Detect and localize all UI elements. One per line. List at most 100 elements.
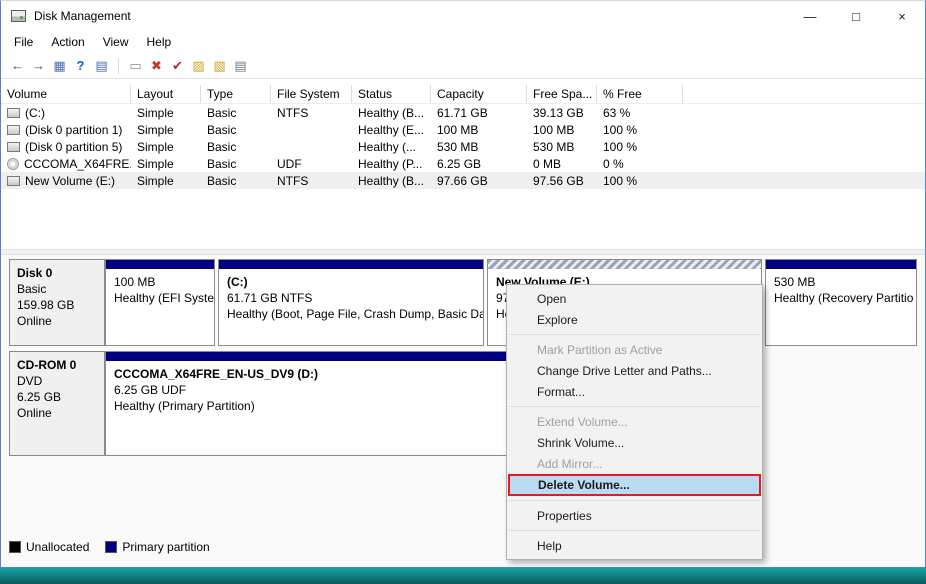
menu-help[interactable]: Help xyxy=(138,33,181,51)
context-item-help[interactable]: Help xyxy=(507,535,762,556)
volume-cell: (C:) xyxy=(1,106,131,120)
row-disk0-partition1[interactable]: (Disk 0 partition 1) Simple Basic Health… xyxy=(1,121,925,138)
partition-info: (C:) 61.71 GB NTFS Healthy (Boot, Page F… xyxy=(219,269,483,322)
toolbar: ← → ▦ ? ▤ ▭ ✖ ✔ ▨ ▧ ▤ xyxy=(1,53,925,79)
volume-name: (Disk 0 partition 1) xyxy=(25,123,122,137)
legend-unallocated: Unallocated xyxy=(9,540,89,554)
partition-c[interactable]: (C:) 61.71 GB NTFS Healthy (Boot, Page F… xyxy=(218,259,484,346)
list-icon[interactable]: ▤ xyxy=(230,56,251,76)
check-doc-icon[interactable]: ✔ xyxy=(167,56,188,76)
volume-table-body: (C:) Simple Basic NTFS Healthy (B... 61.… xyxy=(1,104,925,189)
back-icon[interactable]: ← xyxy=(7,56,28,76)
context-item-format[interactable]: Format... xyxy=(507,381,762,402)
disk0-label[interactable]: Disk 0 Basic 159.98 GB Online xyxy=(9,259,105,346)
panes-icon[interactable]: ▦ xyxy=(49,56,70,76)
partition-efi[interactable]: 100 MB Healthy (EFI Syster xyxy=(105,259,215,346)
menu-action[interactable]: Action xyxy=(42,33,93,51)
status-cell: Healthy (B... xyxy=(352,106,431,120)
type-cell: Basic xyxy=(201,106,271,120)
partition-title: (C:) xyxy=(227,274,475,290)
row-volume-c[interactable]: (C:) Simple Basic NTFS Healthy (B... 61.… xyxy=(1,104,925,121)
context-separator xyxy=(509,406,760,407)
type-cell: Basic xyxy=(201,140,271,154)
tree-icon[interactable]: ▤ xyxy=(91,56,112,76)
type-cell: Basic xyxy=(201,123,271,137)
col-file-system[interactable]: File System xyxy=(271,85,352,103)
titlebar: Disk Management — □ × xyxy=(1,1,925,31)
toolbar-action-group: ▭ ✖ ✔ ▨ ▧ ▤ xyxy=(125,56,251,76)
partition-color-bar xyxy=(766,260,916,269)
context-menu: Open Explore Mark Partition as Active Ch… xyxy=(506,284,763,560)
folder-up-icon[interactable]: ▨ xyxy=(188,56,209,76)
menu-file[interactable]: File xyxy=(5,33,42,51)
legend-primary-partition: Primary partition xyxy=(105,540,209,554)
col-free-space[interactable]: Free Spa... xyxy=(527,85,597,103)
partition-color-bar xyxy=(106,260,214,269)
volume-icon xyxy=(7,142,20,152)
percent-free-cell: 100 % xyxy=(597,174,683,188)
capacity-cell: 100 MB xyxy=(431,123,527,137)
context-separator xyxy=(509,334,760,335)
context-item-open[interactable]: Open xyxy=(507,288,762,309)
context-item-explore[interactable]: Explore xyxy=(507,309,762,330)
legend-label: Unallocated xyxy=(26,540,89,554)
help-icon[interactable]: ? xyxy=(70,56,91,76)
partition-size: 61.71 GB NTFS xyxy=(227,290,475,306)
layout-cell: Simple xyxy=(131,157,201,171)
type-cell: Basic xyxy=(201,174,271,188)
folder-icon[interactable]: ▧ xyxy=(209,56,230,76)
context-item-properties[interactable]: Properties xyxy=(507,505,762,526)
graphical-view-pane: Disk 0 Basic 159.98 GB Online 100 MB Hea… xyxy=(1,255,925,567)
capacity-cell: 6.25 GB xyxy=(431,157,527,171)
partition-status: Healthy (Boot, Page File, Crash Dump, Ba… xyxy=(227,306,475,322)
partition-status: Healthy (EFI Syster xyxy=(114,290,206,306)
disk-type: DVD xyxy=(17,373,97,389)
context-item-delete-volume[interactable]: Delete Volume... xyxy=(508,474,761,496)
layout-cell: Simple xyxy=(131,106,201,120)
action-bubble-icon[interactable]: ▭ xyxy=(125,56,146,76)
col-layout[interactable]: Layout xyxy=(131,85,201,103)
disk-status: Online xyxy=(17,313,97,329)
col-status[interactable]: Status xyxy=(352,85,431,103)
partition-size: 530 MB xyxy=(774,274,908,290)
row-cccoma[interactable]: CCCOMA_X64FRE... Simple Basic UDF Health… xyxy=(1,155,925,172)
type-cell: Basic xyxy=(201,157,271,171)
col-volume[interactable]: Volume xyxy=(1,85,131,103)
legend-swatch xyxy=(9,541,21,553)
free-space-cell: 100 MB xyxy=(527,123,597,137)
partition-size: 100 MB xyxy=(114,274,206,290)
menu-view[interactable]: View xyxy=(94,33,138,51)
status-cell: Healthy (... xyxy=(352,140,431,154)
delete-icon[interactable]: ✖ xyxy=(146,56,167,76)
context-item-shrink-volume[interactable]: Shrink Volume... xyxy=(507,432,762,453)
menubar: File Action View Help xyxy=(1,31,925,53)
partition-color-bar xyxy=(488,260,761,269)
toolbar-nav-group: ← → ▦ ? ▤ xyxy=(7,56,112,76)
capacity-cell: 61.71 GB xyxy=(431,106,527,120)
col-capacity[interactable]: Capacity xyxy=(431,85,527,103)
row-new-volume-e[interactable]: New Volume (E:) Simple Basic NTFS Health… xyxy=(1,172,925,189)
volume-icon xyxy=(7,176,20,186)
disk-name: CD-ROM 0 xyxy=(17,357,97,373)
col-percent-free[interactable]: % Free xyxy=(597,85,683,103)
volume-name: CCCOMA_X64FRE... xyxy=(24,157,131,171)
volume-name: (C:) xyxy=(25,106,45,120)
col-type[interactable]: Type xyxy=(201,85,271,103)
forward-icon[interactable]: → xyxy=(28,56,49,76)
legend-swatch xyxy=(105,541,117,553)
maximize-button[interactable]: □ xyxy=(833,1,879,31)
free-space-cell: 0 MB xyxy=(527,157,597,171)
volume-icon xyxy=(7,125,20,135)
minimize-button[interactable]: — xyxy=(787,1,833,31)
row-disk0-partition5[interactable]: (Disk 0 partition 5) Simple Basic Health… xyxy=(1,138,925,155)
context-item-change-drive-letter[interactable]: Change Drive Letter and Paths... xyxy=(507,360,762,381)
file-system-cell: NTFS xyxy=(271,106,352,120)
status-cell: Healthy (P... xyxy=(352,157,431,171)
capacity-cell: 97.66 GB xyxy=(431,174,527,188)
close-button[interactable]: × xyxy=(879,1,925,31)
partition-info: 530 MB Healthy (Recovery Partitio xyxy=(766,269,916,306)
partition-recovery[interactable]: 530 MB Healthy (Recovery Partitio xyxy=(765,259,917,346)
volume-icon xyxy=(7,158,19,170)
cdrom-label[interactable]: CD-ROM 0 DVD 6.25 GB Online xyxy=(9,351,105,456)
app-icon xyxy=(11,10,26,22)
